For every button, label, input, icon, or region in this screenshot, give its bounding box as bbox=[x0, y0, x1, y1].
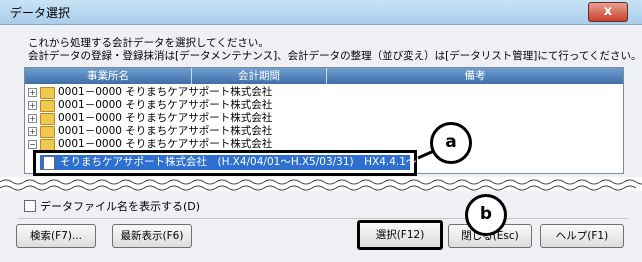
callout-connectors bbox=[417, 148, 478, 237]
divider bbox=[18, 218, 628, 219]
select-button[interactable]: 選択(F12) bbox=[357, 220, 443, 250]
callout-a: a bbox=[430, 122, 472, 164]
search-button[interactable]: 検索(F7)... bbox=[16, 224, 96, 248]
data-select-window: データ選択 x これから処理する会計データを選択してください。 会計データの登録… bbox=[0, 0, 642, 262]
help-button[interactable]: ヘルプ(F1) bbox=[540, 224, 624, 248]
refresh-button[interactable]: 最新表示(F6) bbox=[112, 224, 192, 248]
show-filename-label[interactable]: データファイル名を表示する(D) bbox=[40, 198, 200, 214]
screenshot-break bbox=[0, 177, 642, 191]
wavy-break-icon bbox=[0, 179, 642, 191]
callout-b: b bbox=[465, 194, 507, 236]
show-filename-checkbox[interactable] bbox=[24, 200, 36, 212]
